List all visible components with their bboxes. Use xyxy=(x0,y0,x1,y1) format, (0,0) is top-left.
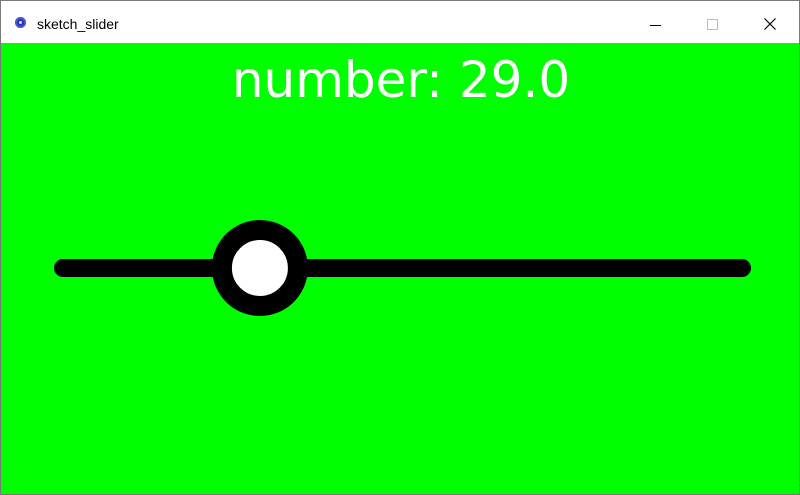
maximize-button[interactable] xyxy=(685,1,741,43)
close-icon xyxy=(764,18,776,30)
minimize-button[interactable] xyxy=(628,1,684,43)
sketch-canvas[interactable]: number: 29.0 xyxy=(1,43,799,494)
slider[interactable] xyxy=(1,43,799,494)
app-icon xyxy=(15,17,26,28)
window-title: sketch_slider xyxy=(37,16,119,32)
title-bar[interactable]: sketch_slider xyxy=(1,1,799,43)
close-button[interactable] xyxy=(742,1,798,43)
slider-knob[interactable] xyxy=(211,220,308,316)
app-window: sketch_slider number: 29.0 xyxy=(0,0,800,495)
minimize-icon xyxy=(650,25,661,26)
maximize-icon xyxy=(707,19,718,30)
